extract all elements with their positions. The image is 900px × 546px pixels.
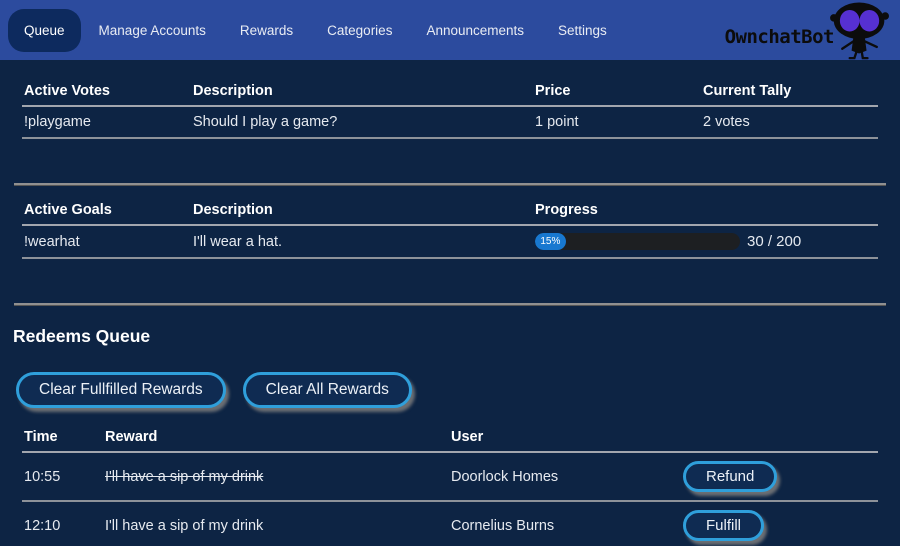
redeems-header-row: Time Reward User xyxy=(22,422,878,452)
vote-price: 1 point xyxy=(533,106,701,138)
tab-categories[interactable]: Categories xyxy=(311,9,408,52)
tab-queue[interactable]: Queue xyxy=(8,9,81,52)
progress-fill: 15% xyxy=(535,233,566,250)
redeems-actions: Clear Fullfilled Rewards Clear All Rewar… xyxy=(16,372,888,408)
redeem-time: 10:55 xyxy=(22,452,103,501)
redeems-queue-table: Time Reward User 10:55 I'll have a sip o… xyxy=(22,422,878,546)
refund-button[interactable]: Refund xyxy=(683,461,777,492)
col-header-time: Time xyxy=(22,422,103,452)
fulfill-button[interactable]: Fulfill xyxy=(683,510,764,541)
col-header-description: Description xyxy=(191,195,533,225)
tab-manage-accounts[interactable]: Manage Accounts xyxy=(83,9,222,52)
col-header-description: Description xyxy=(191,76,533,106)
tab-settings[interactable]: Settings xyxy=(542,9,623,52)
navbar: Queue Manage Accounts Rewards Categories… xyxy=(0,0,900,60)
col-header-price: Price xyxy=(533,76,701,106)
redeem-action-cell: Refund xyxy=(681,452,878,501)
goal-command: !wearhat xyxy=(22,225,191,258)
tab-announcements[interactable]: Announcements xyxy=(410,9,540,52)
col-header-user: User xyxy=(449,422,681,452)
active-votes-table: Active Votes Description Price Current T… xyxy=(22,76,878,139)
redeem-user: Cornelius Burns xyxy=(449,501,681,546)
active-votes-header-row: Active Votes Description Price Current T… xyxy=(22,76,878,106)
table-row: 10:55 I'll have a sip of my drink Doorlo… xyxy=(22,452,878,501)
vote-description: Should I play a game? xyxy=(191,106,533,138)
section-divider xyxy=(14,183,886,186)
col-header-active-goals: Active Goals xyxy=(22,195,191,225)
col-header-active-votes: Active Votes xyxy=(22,76,191,106)
vote-tally: 2 votes xyxy=(701,106,878,138)
redeem-reward: I'll have a sip of my drink xyxy=(103,452,449,501)
progress-bar: 15% 30 / 200 xyxy=(535,233,876,250)
progress-track: 15% xyxy=(535,233,740,250)
tab-rewards[interactable]: Rewards xyxy=(224,9,309,52)
active-goals-table: Active Goals Description Progress !wearh… xyxy=(22,195,878,259)
redeem-reward: I'll have a sip of my drink xyxy=(103,501,449,546)
brand-wordmark: OwnchatBot xyxy=(725,26,834,48)
vote-command: !playgame xyxy=(22,106,191,138)
goal-description: I'll wear a hat. xyxy=(191,225,533,258)
redeem-time: 12:10 xyxy=(22,501,103,546)
col-header-reward: Reward xyxy=(103,422,449,452)
nav-tabs: Queue Manage Accounts Rewards Categories… xyxy=(8,9,625,52)
progress-percent-label: 15% xyxy=(540,236,560,247)
goal-progress-cell: 15% 30 / 200 xyxy=(533,225,878,258)
brand-logo: OwnchatBot xyxy=(725,0,894,60)
redeem-action-cell: Fulfill xyxy=(681,501,878,546)
col-header-current-tally: Current Tally xyxy=(701,76,878,106)
clear-all-rewards-button[interactable]: Clear All Rewards xyxy=(243,372,412,408)
table-row: !playgame Should I play a game? 1 point … xyxy=(22,106,878,138)
col-header-progress: Progress xyxy=(533,195,878,225)
progress-count-label: 30 / 200 xyxy=(747,233,801,250)
active-goals-header-row: Active Goals Description Progress xyxy=(22,195,878,225)
redeem-user: Doorlock Homes xyxy=(449,452,681,501)
table-row: !wearhat I'll wear a hat. 15% 30 / 200 xyxy=(22,225,878,258)
section-divider xyxy=(14,303,886,306)
clear-fulfilled-rewards-button[interactable]: Clear Fullfilled Rewards xyxy=(16,372,226,408)
redeems-queue-title: Redeems Queue xyxy=(13,326,888,347)
col-header-action xyxy=(681,422,878,452)
table-row: 12:10 I'll have a sip of my drink Cornel… xyxy=(22,501,878,546)
robot-mascot-icon xyxy=(826,2,894,60)
main-content: Active Votes Description Price Current T… xyxy=(0,60,900,546)
